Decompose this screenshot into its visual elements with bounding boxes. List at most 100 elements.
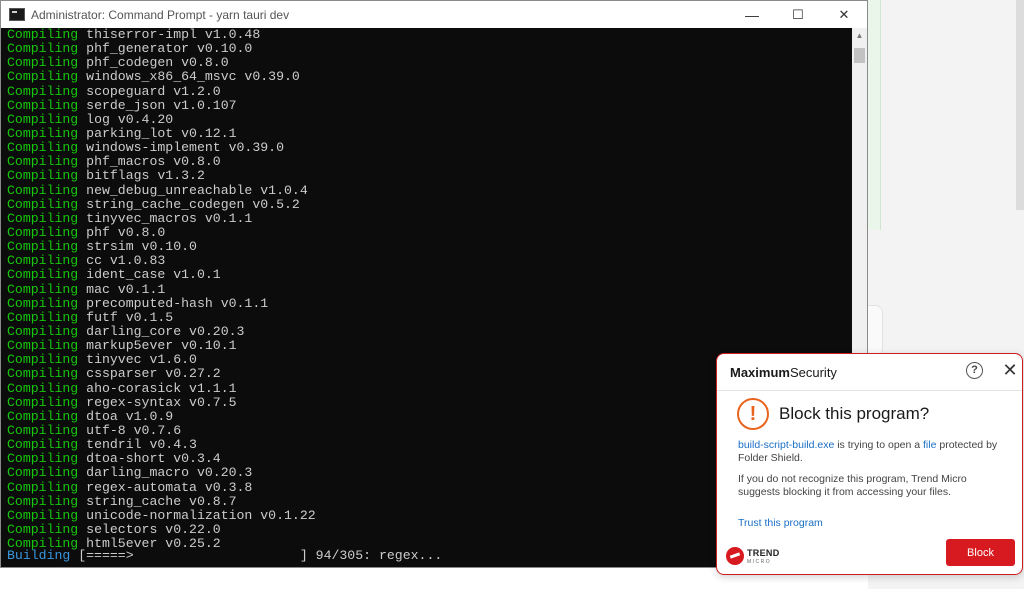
brand-suffix: Security	[789, 365, 837, 380]
package-name: new_debug_unreachable v1.0.4	[86, 182, 308, 198]
terminal-line: Compiling regex-automata v0.3.8	[7, 479, 316, 495]
terminal-line: Compiling utf-8 v0.7.6	[7, 423, 316, 438]
terminal-line: Compiling serde_json v1.0.107	[7, 97, 316, 113]
terminal-line: Compiling log v0.4.20	[7, 111, 316, 127]
progress-bar: [=====> ]	[78, 548, 308, 563]
security-alert-popup: MaximumSecurity ? ✕ ! Block this program…	[716, 353, 1023, 575]
file-link[interactable]: file	[923, 439, 936, 451]
compiling-keyword: Compiling	[7, 111, 79, 127]
terminal-line: Compiling mac v0.1.1	[7, 281, 316, 297]
package-name: thiserror-impl v1.0.48	[86, 28, 261, 42]
package-name: strsim v0.10.0	[86, 239, 197, 255]
terminal-line: Compiling tendril v0.4.3	[7, 438, 316, 452]
message-text: is trying to open a	[834, 439, 924, 451]
scroll-up-arrow-icon[interactable]: ▲	[852, 28, 867, 43]
brand-prefix: Maximum	[730, 365, 790, 380]
background-app-edge	[868, 0, 881, 230]
compiling-keyword: Compiling	[7, 309, 79, 325]
package-name: phf_macros v0.8.0	[86, 154, 221, 170]
compiling-keyword: Compiling	[7, 281, 79, 297]
package-name: string_cache_codegen v0.5.2	[86, 196, 300, 212]
trend-micro-ball-icon	[726, 547, 744, 565]
compiling-keyword: Compiling	[7, 210, 79, 226]
trend-micro-logo: TREND MICRO	[726, 545, 786, 569]
package-name: windows-implement v0.39.0	[86, 140, 285, 156]
block-button[interactable]: Block	[946, 539, 1015, 566]
terminal-line: Compiling string_cache v0.8.7	[7, 493, 316, 509]
compiling-keyword: Compiling	[7, 182, 79, 198]
window-controls: — ☐ ✕	[729, 1, 867, 28]
compiling-keyword: Compiling	[7, 338, 79, 354]
terminal-line: Compiling string_cache_codegen v0.5.2	[7, 196, 316, 212]
logo-line-2: MICRO	[747, 559, 772, 565]
package-name: darling_core v0.20.3	[86, 323, 245, 339]
package-name: phf v0.8.0	[86, 224, 166, 240]
package-name: string_cache v0.8.7	[86, 493, 237, 509]
trust-program-link[interactable]: Trust this program	[738, 517, 823, 529]
package-name: tinyvec_macros v0.1.1	[86, 210, 253, 226]
compiling-keyword: Compiling	[7, 451, 79, 467]
terminal-line: Compiling new_debug_unreachable v1.0.4	[7, 182, 316, 198]
popup-footer: TREND MICRO Block	[717, 533, 1022, 574]
package-name: log v0.4.20	[86, 111, 174, 127]
close-popup-icon[interactable]: ✕	[1000, 359, 1020, 381]
minimize-button[interactable]: —	[729, 1, 775, 28]
compiling-keyword: Compiling	[7, 394, 79, 410]
compiling-keyword: Compiling	[7, 437, 79, 453]
package-name: selectors v0.22.0	[86, 521, 221, 537]
terminal-line: Compiling markup5ever v0.10.1	[7, 339, 316, 353]
background-scrollbar	[1016, 0, 1024, 210]
compiling-keyword: Compiling	[7, 267, 79, 283]
compiling-keyword: Compiling	[7, 97, 79, 113]
compiling-keyword: Compiling	[7, 224, 79, 240]
alert-message: build-script-build.exe is trying to open…	[738, 439, 1008, 465]
build-progress-line: Building [=====> ] 94/305: regex...	[7, 548, 443, 563]
close-window-button[interactable]: ✕	[821, 1, 867, 28]
terminal-line: Compiling thiserror-impl v1.0.48	[7, 28, 316, 42]
terminal-line: Compiling tinyvec v1.6.0	[7, 353, 316, 367]
package-name: regex-syntax v0.7.5	[86, 394, 237, 410]
terminal-line: Compiling phf v0.8.0	[7, 224, 316, 240]
package-name: mac v0.1.1	[86, 281, 166, 297]
compiling-keyword: Compiling	[7, 408, 79, 424]
package-name: tinyvec v1.6.0	[86, 352, 197, 368]
compiling-keyword: Compiling	[7, 83, 79, 99]
title-bar[interactable]: Administrator: Command Prompt - yarn tau…	[1, 1, 867, 28]
package-name: futf v0.1.5	[86, 309, 174, 325]
program-link[interactable]: build-script-build.exe	[738, 439, 834, 451]
terminal-line: Compiling darling_core v0.20.3	[7, 323, 316, 339]
terminal-line: Compiling unicode-normalization v0.1.22	[7, 507, 316, 523]
package-name: windows_x86_64_msvc v0.39.0	[86, 69, 300, 85]
background-card	[868, 305, 883, 357]
package-name: phf_codegen v0.8.0	[86, 55, 229, 71]
terminal-line: Compiling cssparser v0.27.2	[7, 367, 316, 381]
package-name: parking_lot v0.12.1	[86, 125, 237, 141]
scroll-thumb[interactable]	[854, 48, 865, 63]
compiling-keyword: Compiling	[7, 352, 79, 368]
compiling-keyword: Compiling	[7, 493, 79, 509]
compiling-keyword: Compiling	[7, 479, 79, 495]
logo-line-1: TREND	[747, 548, 780, 558]
terminal-line: Compiling regex-syntax v0.7.5	[7, 394, 316, 410]
terminal-line: Compiling ident_case v1.0.1	[7, 268, 316, 282]
package-name: scopeguard v1.2.0	[86, 83, 221, 99]
compiling-keyword: Compiling	[7, 196, 79, 212]
compiling-keyword: Compiling	[7, 41, 79, 57]
terminal-line: Compiling parking_lot v0.12.1	[7, 125, 316, 141]
compiling-keyword: Compiling	[7, 507, 79, 523]
terminal-line: Compiling tinyvec_macros v0.1.1	[7, 210, 316, 226]
help-icon[interactable]: ?	[966, 362, 983, 379]
terminal-line: Compiling darling_macro v0.20.3	[7, 466, 316, 480]
maximize-button[interactable]: ☐	[775, 1, 821, 28]
terminal-line: Compiling strsim v0.10.0	[7, 240, 316, 254]
terminal-line: Compiling phf_generator v0.10.0	[7, 42, 316, 56]
terminal-line: Compiling windows_x86_64_msvc v0.39.0	[7, 70, 316, 84]
package-name: markup5ever v0.10.1	[86, 338, 237, 354]
progress-text: 94/305: regex...	[315, 548, 443, 563]
terminal-line: Compiling precomputed-hash v0.1.1	[7, 296, 316, 311]
compiling-keyword: Compiling	[7, 140, 79, 156]
terminal-line: Compiling phf_macros v0.8.0	[7, 155, 316, 169]
compiling-keyword: Compiling	[7, 55, 79, 71]
compiling-keyword: Compiling	[7, 168, 79, 184]
compiling-keyword: Compiling	[7, 28, 79, 42]
